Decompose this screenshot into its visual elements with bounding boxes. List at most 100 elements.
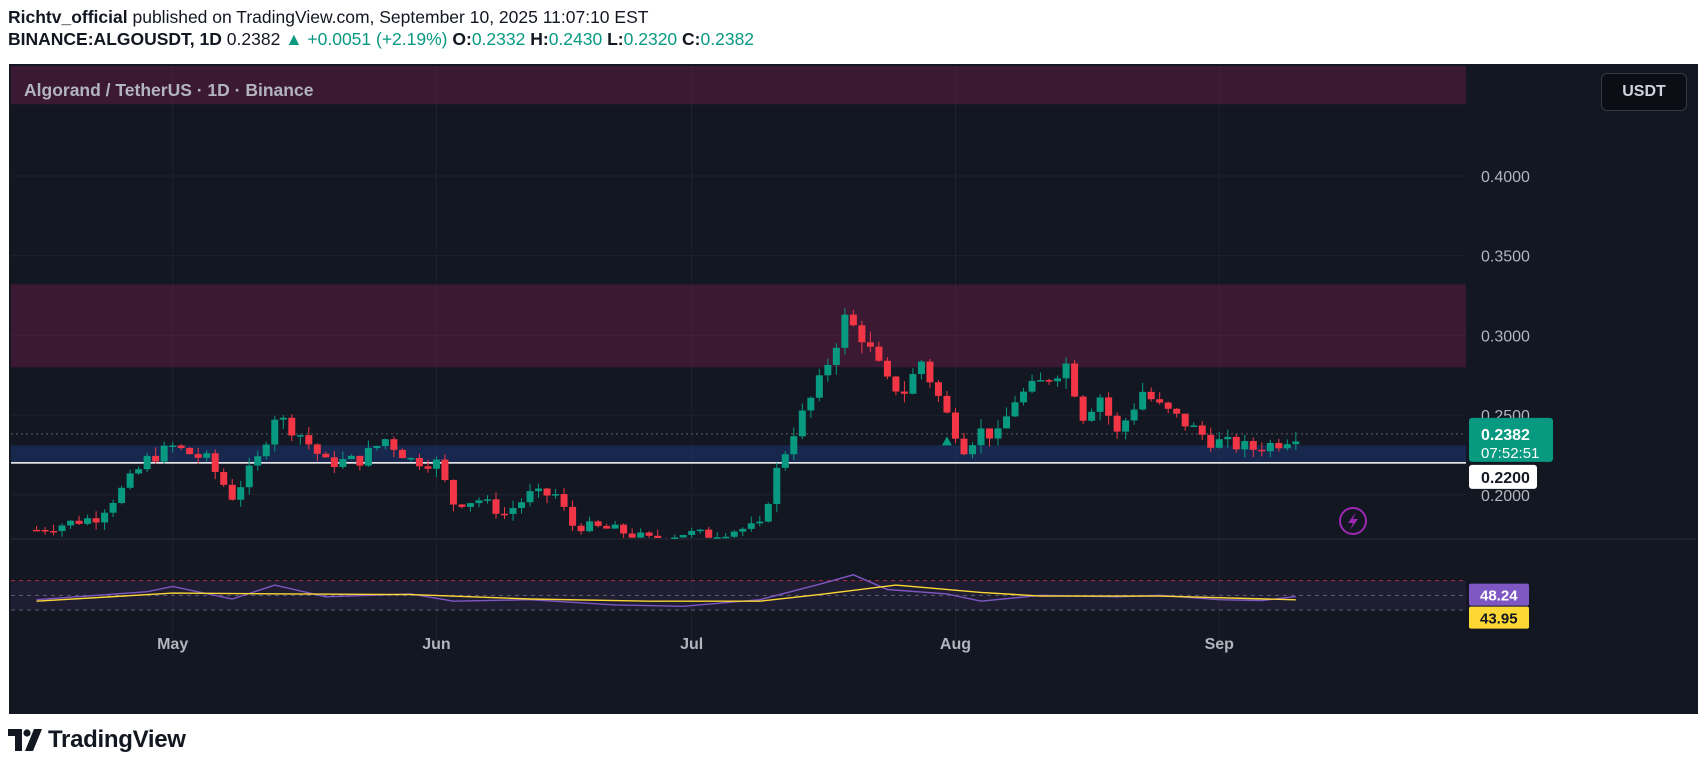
candle-body [807, 397, 815, 411]
candle-body [722, 536, 730, 539]
candle-body [466, 503, 474, 507]
candle-body [1113, 415, 1121, 432]
candle-body [960, 438, 968, 455]
candle-body [424, 466, 432, 469]
candle-body [330, 457, 338, 467]
candle-body [1037, 380, 1045, 382]
candle-body [1028, 380, 1036, 392]
time-tick-label: Jul [680, 636, 703, 653]
candle-body [849, 314, 857, 326]
candle-body [866, 342, 874, 347]
price-change: +0.0051 (+2.19%) [307, 29, 448, 49]
candle-body [637, 532, 645, 538]
candle [1079, 395, 1087, 425]
candle-body [313, 444, 321, 454]
candle-body [977, 428, 985, 446]
candle-body [552, 494, 560, 496]
candle-body [994, 428, 1002, 439]
candle [951, 407, 959, 444]
candle-body [620, 524, 628, 534]
publish-info-line: Richtv_official published on TradingView… [8, 6, 1698, 28]
candle-body [518, 502, 526, 509]
high-label: H: [530, 29, 549, 49]
currency-button[interactable]: USDT [1601, 73, 1687, 111]
candle-body [594, 521, 602, 526]
tradingview-logo-icon [8, 729, 42, 751]
candle-body [101, 512, 109, 523]
candle-body [883, 360, 891, 377]
candle-body [645, 532, 653, 536]
candle-body [458, 504, 466, 507]
candle-body [679, 534, 687, 538]
candle-body [373, 446, 381, 449]
candle-body [560, 494, 568, 507]
candle-body [764, 503, 772, 522]
candle-body [543, 488, 551, 496]
ohlc-line: BINANCE:ALGOUSDT, 1D 0.2382 ▲ +0.0051 (+… [8, 28, 1698, 50]
candle [679, 534, 687, 538]
candle-body [1207, 434, 1215, 448]
candle-body [934, 382, 942, 396]
close-value: 0.2382 [700, 29, 755, 49]
candle-body [943, 395, 951, 413]
candle-body [986, 428, 994, 439]
candle-body [288, 417, 296, 436]
tradingview-logo[interactable]: TradingView [8, 726, 186, 754]
candle-body [951, 412, 959, 439]
candle [841, 308, 849, 355]
candle-body [305, 435, 313, 445]
candle-body [1224, 436, 1232, 440]
candle-body [798, 410, 806, 437]
candle-body [773, 467, 781, 504]
candle-body [1241, 441, 1249, 450]
candle-body [398, 449, 406, 459]
price-tick-label: 0.2000 [1481, 488, 1530, 505]
published-text: published on TradingView.com, September … [127, 7, 649, 27]
candle-body [577, 525, 585, 532]
candle-body [747, 523, 755, 529]
candle-body [177, 445, 185, 448]
chart-symbol-title[interactable]: Algorand / TetherUS · 1D · Binance [24, 80, 313, 101]
candle-body [841, 314, 849, 348]
candle-body [1283, 444, 1291, 449]
candle-body [917, 361, 925, 375]
candle-body [713, 537, 721, 539]
candle-body [1190, 425, 1198, 427]
candle-body [824, 364, 832, 376]
candle-body [33, 529, 41, 532]
candle-body [339, 459, 347, 467]
resistance-zone [11, 284, 1466, 368]
candle-body [109, 502, 117, 513]
tradingview-logo-text: TradingView [48, 726, 186, 753]
price-chart[interactable]: 0.40000.35000.30000.25000.2000May Jun Jul A… [11, 66, 1696, 712]
price-tick-label: 0.4000 [1481, 169, 1530, 186]
candle-body [1096, 397, 1104, 412]
candle-body [1011, 402, 1019, 417]
high-value: 0.2430 [548, 29, 603, 49]
author-name[interactable]: Richtv_official [8, 7, 128, 27]
candle-body [1105, 397, 1113, 416]
candle-body [1045, 380, 1053, 382]
candle-body [1054, 378, 1062, 382]
chart-background [11, 66, 1696, 712]
candle-body [41, 529, 49, 532]
candle-body [790, 436, 798, 455]
candle-body [696, 529, 704, 532]
candle-body [1147, 391, 1155, 400]
symbol-label: BINANCE:ALGOUSDT, 1D [8, 29, 222, 49]
candle-body [483, 499, 491, 501]
candle-body [815, 375, 823, 398]
candle-body [356, 455, 364, 466]
candle-body [84, 518, 92, 524]
chart-frame[interactable]: 0.4000 0.3500 0.3000 0.2500 0.2000 May Jun Jul A… [9, 64, 1698, 714]
candle [186, 447, 194, 455]
candle-body [1215, 439, 1223, 448]
candle-body [1130, 409, 1138, 421]
candle-body [586, 521, 594, 532]
candle-body [611, 524, 619, 529]
candle-body [1258, 449, 1266, 452]
price-tick-label: 0.3000 [1481, 328, 1530, 345]
candle-body [415, 457, 423, 467]
last-price: 0.2382 [226, 29, 281, 49]
candle-body [75, 520, 83, 524]
